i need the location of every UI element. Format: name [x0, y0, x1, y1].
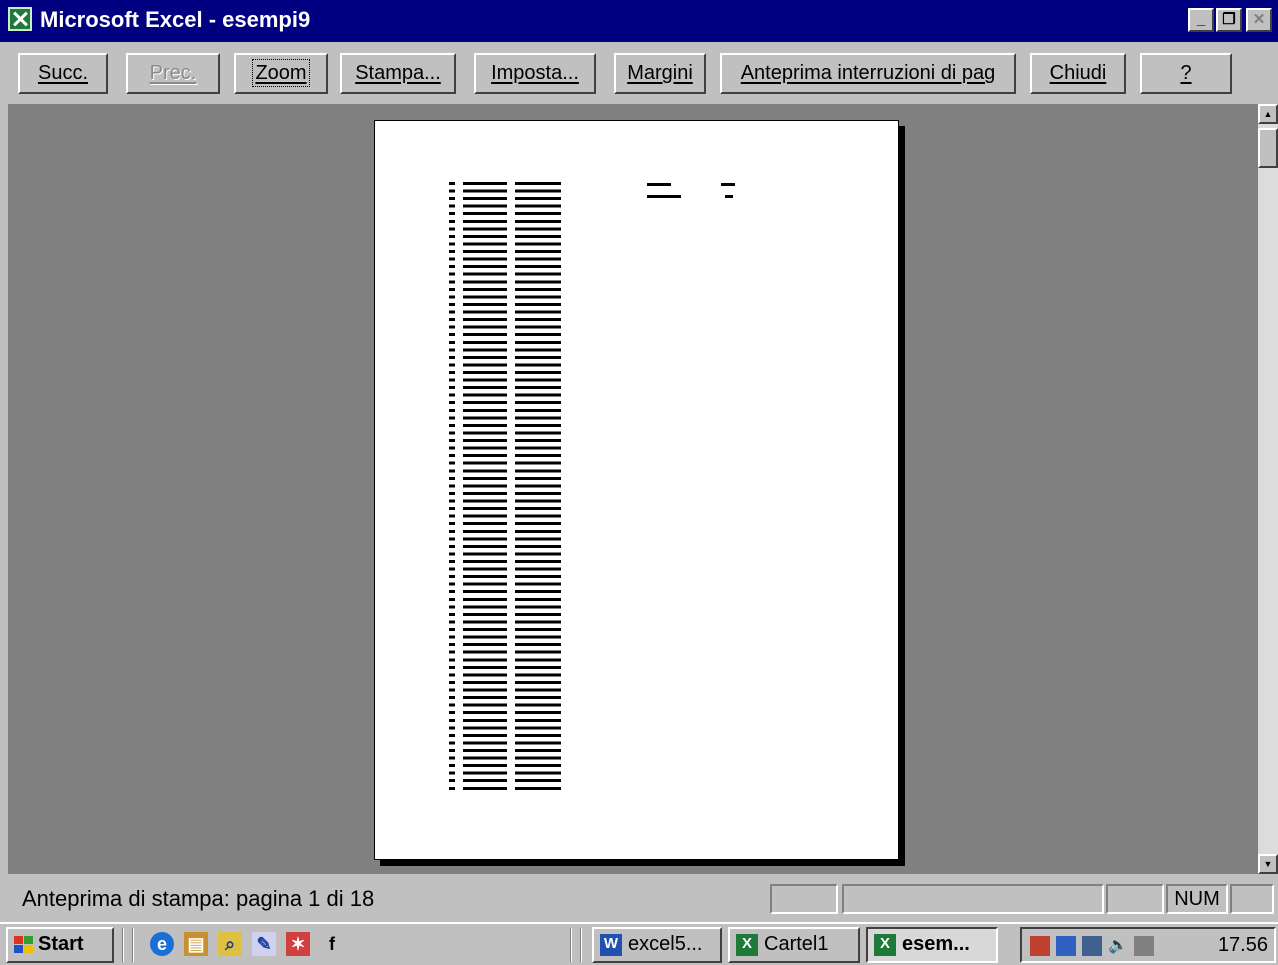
zoom-button[interactable]: Zoom [234, 53, 328, 94]
scroll-thumb[interactable] [1258, 128, 1278, 168]
status-pane [770, 884, 838, 914]
restore-button[interactable]: ❐ [1216, 8, 1242, 32]
page-side-cell [721, 183, 735, 186]
minimize-button[interactable]: _ [1188, 8, 1214, 32]
volume-icon[interactable]: 🔈 [1108, 936, 1128, 956]
taskbar: Start e ▤ ⌕ ✎ ✶ f W excel5... X Cartel1 … [0, 922, 1278, 965]
paint-icon[interactable]: ✎ [252, 932, 276, 956]
page-side-cell [725, 195, 733, 198]
language-icon[interactable] [1134, 936, 1154, 956]
help-button[interactable]: ? [1140, 53, 1232, 94]
word-icon: W [600, 934, 622, 956]
scroll-down-button[interactable]: ▼ [1258, 854, 1278, 874]
windows-logo-icon [14, 936, 34, 954]
window-title: Microsoft Excel - esempi9 [40, 7, 311, 32]
internet-explorer-icon[interactable]: e [150, 932, 174, 956]
quick-launch-icon[interactable]: f [320, 932, 344, 956]
scheduler-icon[interactable] [1030, 936, 1050, 956]
taskbar-separator [580, 928, 582, 962]
excel-icon: X [874, 934, 896, 956]
clock[interactable]: 17.56 [1218, 929, 1268, 961]
folder-network-icon[interactable]: ▤ [184, 932, 208, 956]
scroll-up-button[interactable]: ▲ [1258, 104, 1278, 124]
status-bar: Anteprima di stampa: pagina 1 di 18 NUM [0, 876, 1278, 922]
system-tray: 🔈 17.56 [1020, 927, 1276, 963]
page-data-column [449, 181, 561, 793]
previous-page-button[interactable]: Prec. [126, 53, 220, 94]
status-text: Anteprima di stampa: pagina 1 di 18 [22, 886, 375, 911]
status-pane [1106, 884, 1164, 914]
page-side-cell [647, 195, 681, 198]
taskbar-separator [132, 928, 134, 962]
margins-button[interactable]: Margini [614, 53, 706, 94]
close-window-button[interactable]: ✕ [1246, 8, 1272, 32]
print-preview-area[interactable] [8, 104, 1258, 874]
start-button[interactable]: Start [6, 927, 114, 963]
status-pane [842, 884, 1104, 914]
media-app-icon[interactable]: ✶ [286, 932, 310, 956]
search-icon[interactable]: ⌕ [218, 932, 242, 956]
setup-button[interactable]: Imposta... [474, 53, 596, 94]
page-side-cell [647, 183, 671, 186]
task-excel-cartel1[interactable]: X Cartel1 [728, 927, 860, 963]
excel-app-icon[interactable] [8, 7, 32, 31]
num-lock-indicator: NUM [1166, 884, 1228, 914]
title-bar[interactable]: Microsoft Excel - esempi9 _ ❐ ✕ [0, 0, 1278, 42]
taskbar-separator [570, 928, 572, 962]
status-pane [1230, 884, 1274, 914]
page-break-preview-button[interactable]: Anteprima interruzioni di pag [720, 53, 1016, 94]
excel-icon: X [736, 934, 758, 956]
next-page-button[interactable]: Succ. [18, 53, 108, 94]
close-preview-button[interactable]: Chiudi [1030, 53, 1126, 94]
task-excel-esempi9[interactable]: X esem... [866, 927, 998, 963]
display-icon[interactable] [1056, 936, 1076, 956]
preview-page[interactable] [374, 120, 899, 860]
task-word-excel5[interactable]: W excel5... [592, 927, 722, 963]
print-button[interactable]: Stampa... [340, 53, 456, 94]
network-icon[interactable] [1082, 936, 1102, 956]
vertical-scrollbar[interactable]: ▲ ▼ [1258, 104, 1278, 874]
taskbar-separator [122, 928, 124, 962]
print-preview-toolbar: Succ. Prec. Zoom Stampa... Imposta... Ma… [0, 42, 1278, 104]
